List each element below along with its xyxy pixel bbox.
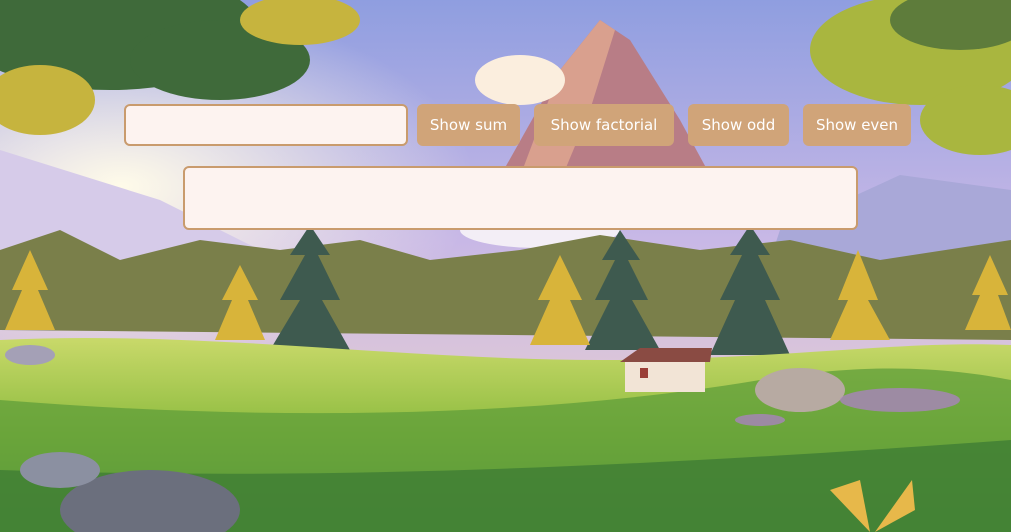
background-landscape — [0, 0, 1011, 532]
show-factorial-button[interactable]: Show factorial — [534, 104, 674, 146]
show-odd-button[interactable]: Show odd — [688, 104, 789, 146]
show-even-button[interactable]: Show even — [803, 104, 911, 146]
result-output-box — [183, 166, 858, 230]
number-input[interactable] — [124, 104, 408, 146]
show-sum-button[interactable]: Show sum — [417, 104, 520, 146]
